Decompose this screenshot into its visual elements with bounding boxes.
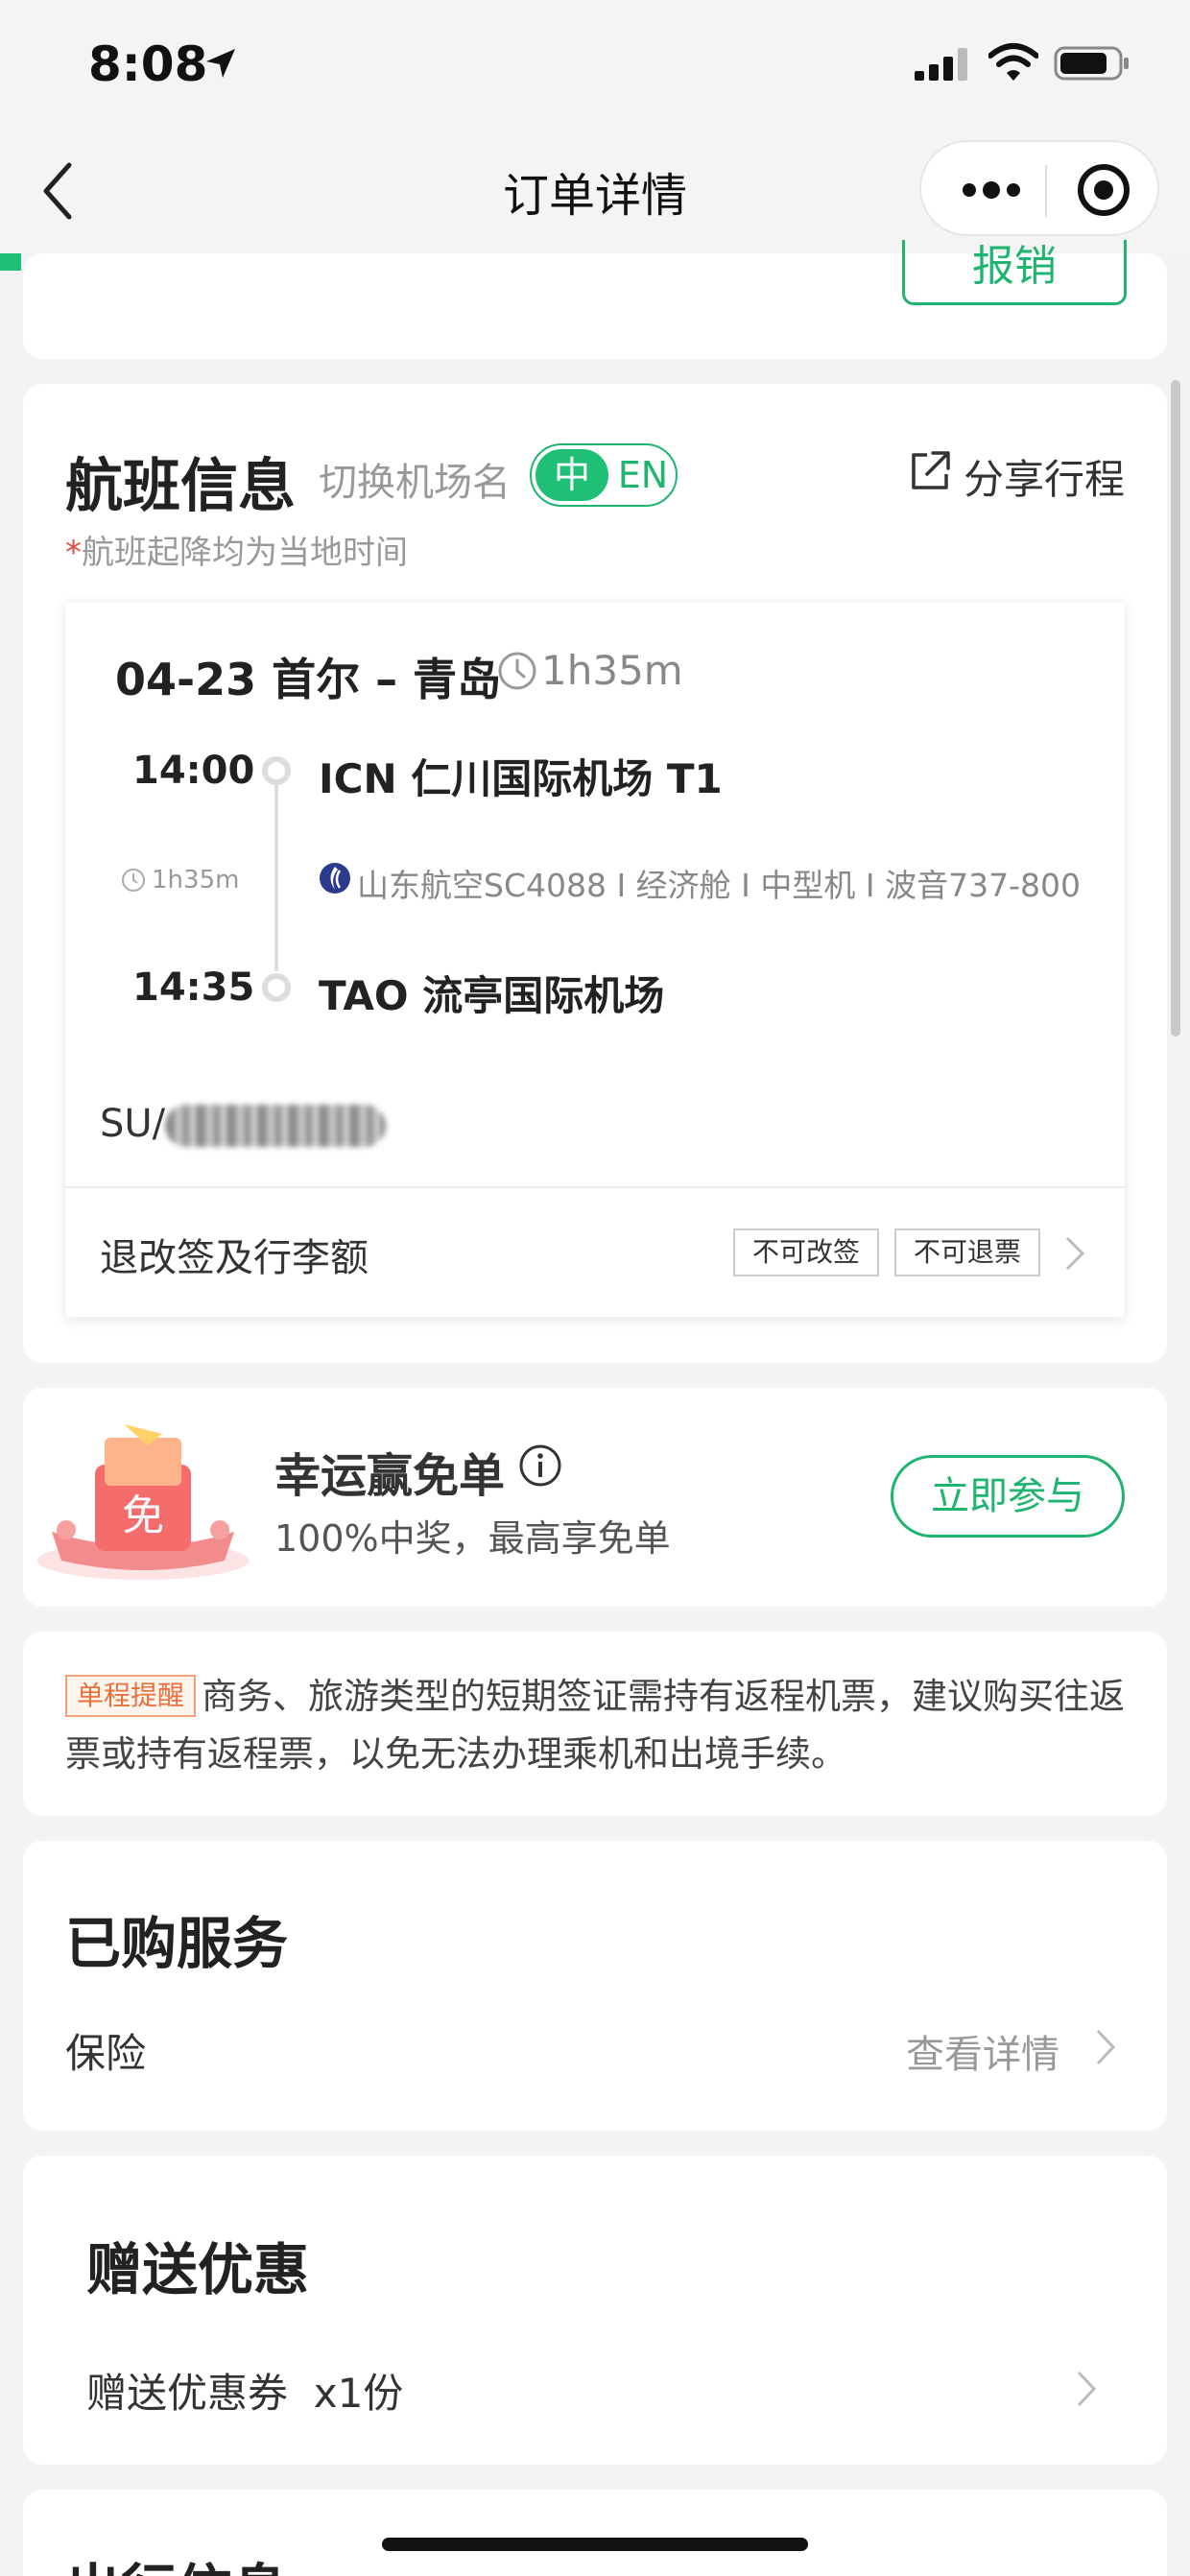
timeline-line <box>274 783 278 971</box>
departure-airport: ICN 仁川国际机场 T1 <box>319 755 723 802</box>
status-bar: 8:08 <box>0 0 1190 134</box>
flight-info-card: 航班信息 切换机场名 中 EN 分享行程 *航班起降均为当地时间 04-23 首… <box>23 384 1167 1363</box>
redacted-name <box>165 1105 387 1147</box>
travel-info-title: 出行信息 <box>65 2545 288 2576</box>
lucky-subtitle: 100%中奖，最高享免单 <box>274 1517 671 1560</box>
small-clock-icon <box>122 869 145 892</box>
purchased-services-card: 已购服务 保险 查看详情 <box>23 1841 1167 2131</box>
view-details-link[interactable]: 查看详情 <box>906 2023 1059 2079</box>
cellular-signal-icon <box>915 48 967 81</box>
wifi-icon <box>988 43 1038 81</box>
coupon-label: 赠送优惠券 <box>86 2370 289 2417</box>
location-arrow-icon <box>206 49 235 78</box>
departure-dot <box>262 756 291 785</box>
note-asterisk: * <box>65 534 82 572</box>
nav-bar: 订单详情 <box>0 134 1190 253</box>
coupon-count: x1份 <box>313 2370 404 2417</box>
capsule-divider <box>1045 165 1047 217</box>
coupon-row[interactable]: 赠送优惠券 x1份 <box>86 2361 403 2420</box>
gift-coupons-title: 赠送优惠 <box>86 2237 310 2302</box>
insurance-label: 保险 <box>65 2030 147 2077</box>
purchased-services-title: 已购服务 <box>65 1911 289 1976</box>
arrival-airport: TAO 流亭国际机场 <box>319 972 665 1019</box>
scrollbar[interactable] <box>1171 380 1180 1037</box>
passenger-name: SU/ <box>100 1102 387 1147</box>
svg-text:免: 免 <box>122 1491 164 1540</box>
language-toggle[interactable]: 中 EN <box>530 443 678 507</box>
lucky-title: 幸运赢免单 <box>274 1449 506 1503</box>
mini-program-capsule <box>919 140 1159 236</box>
reminder-text: 单程提醒 商务、旅游类型的短期签证需持有返程机票，建议购买往返票或持有返程票，以免… <box>65 1668 1140 1783</box>
gift-coupons-card: 赠送优惠 赠送优惠券 x1份 <box>23 2156 1167 2465</box>
info-icon[interactable] <box>518 1443 562 1488</box>
lucky-free-order-card: 免 幸运赢免单 100%中奖，最高享免单 立即参与 <box>23 1388 1167 1607</box>
share-itinerary-button[interactable]: 分享行程 <box>964 447 1125 506</box>
close-target-icon[interactable] <box>1075 161 1132 219</box>
flight-detail-line: 山东航空SC4088 I 经济舱 I 中型机 I 波音737-800 <box>357 867 1081 904</box>
join-now-button[interactable]: 立即参与 <box>891 1455 1125 1538</box>
green-accent-bar <box>0 253 21 271</box>
no-refund-tag: 不可退票 <box>894 1228 1040 1276</box>
share-icon[interactable] <box>908 449 952 493</box>
home-indicator <box>382 2538 808 2551</box>
passenger-prefix: SU/ <box>100 1102 166 1146</box>
chevron-right-icon[interactable] <box>1063 1234 1086 1273</box>
lang-en-option[interactable]: EN <box>614 449 672 501</box>
status-time: 8:08 <box>88 36 208 92</box>
change-refund-baggage-label[interactable]: 退改签及行李额 <box>100 1227 369 1282</box>
departure-time: 14:00 <box>132 749 255 793</box>
local-time-note: *航班起降均为当地时间 <box>65 526 408 573</box>
lucky-gift-illustration-icon: 免 <box>37 1424 249 1580</box>
more-icon[interactable] <box>958 171 1025 209</box>
order-top-card: 报销 <box>23 240 1167 359</box>
divider <box>65 1186 1125 1188</box>
one-way-reminder-card: 单程提醒 商务、旅游类型的短期签证需持有返程机票，建议购买往返票或持有返程票，以免… <box>23 1632 1167 1816</box>
chevron-right-icon[interactable] <box>1075 2369 1098 2409</box>
one-way-reminder-tag: 单程提醒 <box>65 1675 197 1717</box>
note-text: 航班起降均为当地时间 <box>82 534 408 572</box>
chevron-right-icon[interactable] <box>1094 2027 1117 2067</box>
switch-airport-name-label: 切换机场名 <box>319 461 511 505</box>
travel-info-card: 出行信息 <box>23 2490 1167 2576</box>
arrival-time: 14:35 <box>132 966 255 1010</box>
battery-icon <box>1054 46 1129 81</box>
airline-logo-icon <box>320 863 350 894</box>
flight-info-title: 航班信息 <box>65 453 296 520</box>
lang-zh-option[interactable]: 中 <box>536 449 608 501</box>
segment-duration: 1h35m <box>152 866 240 894</box>
arrival-dot <box>262 973 291 1002</box>
no-change-tag: 不可改签 <box>733 1228 879 1276</box>
route-summary: 04-23 首尔 – 青岛 <box>115 654 502 705</box>
clock-icon <box>498 652 536 690</box>
route-duration: 1h35m <box>541 647 683 694</box>
flight-segment-box: 04-23 首尔 – 青岛 1h35m 14:00 ICN 仁川国际机场 T1 … <box>65 603 1125 1317</box>
reimburse-button[interactable]: 报销 <box>902 240 1127 305</box>
reminder-body: 商务、旅游类型的短期签证需持有返程机票，建议购买往返票或持有返程票，以免无法办理… <box>65 1676 1126 1775</box>
